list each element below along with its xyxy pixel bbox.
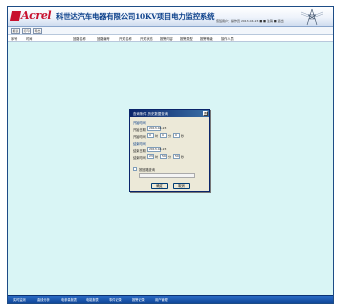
end-minute-spinner[interactable]: 59 (160, 154, 167, 159)
start-date-row: 开始日期 2013-04-23 (133, 126, 207, 132)
start-time-label: 开始时间 (133, 135, 146, 139)
column-header-alarm-type[interactable]: 报警类型 (180, 36, 193, 41)
column-header-circuit-no[interactable]: 回路编号 (97, 36, 110, 41)
system-title: 科世达汽车电器有限公司10KV项目电力监控系统 (56, 12, 215, 21)
column-header-time[interactable]: 时间 (26, 36, 32, 41)
export-button[interactable]: 导出 (33, 28, 42, 34)
minute-unit: 分 (168, 155, 172, 159)
circuit-query-checkbox[interactable] (133, 167, 137, 171)
start-second-spinner[interactable]: 0 (173, 133, 180, 138)
nav-param-report[interactable]: 电参量报表 (61, 297, 77, 302)
end-time-label: 结束时间 (133, 156, 146, 160)
column-header-alarm-level[interactable]: 报警等级 (200, 36, 213, 41)
end-date-row: 结束日期 2013-04-23 (133, 147, 207, 153)
bottom-navigation: 实时监测 曲线分析 电参量报表 电能报表 事件记录 报警记录 用户管理 (8, 295, 333, 303)
end-date-picker[interactable]: 2013-04-23 (147, 147, 166, 152)
logo-text: Acrel (21, 9, 52, 22)
power-pylon-icon (301, 8, 323, 26)
brand-logo: Acrel (9, 9, 52, 22)
toolbar: 报表 打印 导出 (8, 27, 333, 35)
hour-unit: 时 (155, 134, 159, 138)
nav-alarm-log[interactable]: 报警记录 (132, 297, 145, 302)
dialog-titlebar[interactable]: 查询条件 历史数据查询 × (130, 110, 209, 117)
column-header-index[interactable]: 序号 (11, 36, 17, 41)
start-minute-spinner[interactable]: 0 (160, 133, 167, 138)
column-header-circuit-name[interactable]: 回路名称 (73, 36, 86, 41)
circuit-query-label: 按回路查询 (139, 168, 155, 172)
close-icon[interactable]: × (203, 111, 208, 116)
start-group-label: 开始时间 (133, 121, 146, 125)
start-date-picker[interactable]: 2013-04-23 (147, 126, 166, 131)
cancel-button[interactable]: 取消 (173, 183, 190, 189)
start-hour-spinner[interactable]: 0 (147, 133, 154, 138)
end-hour-spinner[interactable]: 23 (147, 154, 154, 159)
minute-unit: 分 (168, 134, 172, 138)
query-dialog: 查询条件 历史数据查询 × 开始时间 开始日期 2013-04-23 开始时间 … (129, 109, 210, 192)
print-button[interactable]: 打印 (22, 28, 31, 34)
report-button[interactable]: 报表 (11, 28, 20, 34)
column-header-operator[interactable]: 操作人员 (221, 36, 234, 41)
nav-realtime[interactable]: 实时监测 (13, 297, 26, 302)
start-date-label: 开始日期 (133, 128, 146, 132)
second-unit: 秒 (181, 134, 185, 138)
circuit-select-field[interactable] (139, 173, 195, 178)
hour-unit: 时 (155, 155, 159, 159)
end-date-label: 结束日期 (133, 149, 146, 153)
column-header-switch-state[interactable]: 开关状态 (140, 36, 153, 41)
second-unit: 秒 (181, 155, 185, 159)
app-header: Acrel 科世达汽车电器有限公司10KV项目电力监控系统 值班用户：操作员 2… (8, 7, 333, 27)
column-header-alarm-content[interactable]: 报警内容 (160, 36, 173, 41)
start-time-row: 开始时间 0 时 0 分 0 秒 (133, 133, 207, 139)
nav-energy-report[interactable]: 电能报表 (86, 297, 99, 302)
user-info: 值班用户：操作员 2013-04-23 ■ ■ 注销 ■ 退出 (216, 19, 284, 23)
nav-curve[interactable]: 曲线分析 (37, 297, 50, 302)
end-second-spinner[interactable]: 59 (173, 154, 180, 159)
end-time-row: 结束时间 23 时 59 分 59 秒 (133, 154, 207, 160)
logo-mark-icon (9, 11, 22, 21)
table-header: 序号 时间 回路名称 回路编号 开关名称 开关状态 报警内容 报警类型 报警等级… (8, 35, 333, 42)
end-group-label: 结束时间 (133, 142, 146, 146)
nav-user-admin[interactable]: 用户管理 (155, 297, 168, 302)
dialog-title: 查询条件 历史数据查询 (133, 112, 168, 116)
nav-event-log[interactable]: 事件记录 (109, 297, 122, 302)
ok-button[interactable]: 确定 (151, 183, 168, 189)
column-header-switch-name[interactable]: 开关名称 (119, 36, 132, 41)
